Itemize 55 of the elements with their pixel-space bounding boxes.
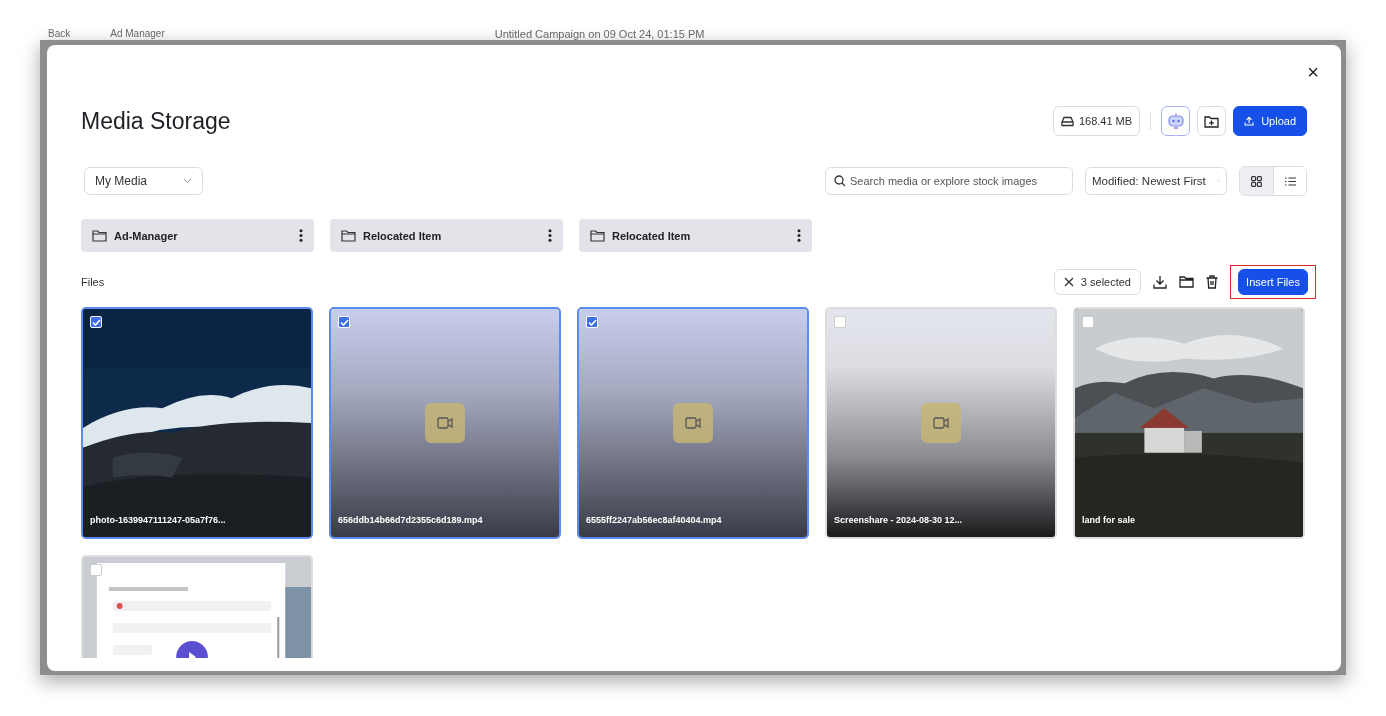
- modal-title: Media Storage: [81, 107, 231, 135]
- folder-card[interactable]: Relocated Item: [579, 219, 812, 252]
- upload-button[interactable]: Upload: [1233, 106, 1307, 136]
- video-camera-icon: [425, 403, 465, 443]
- folder-card[interactable]: Ad-Manager: [81, 219, 314, 252]
- media-tile[interactable]: 6555ff2247ab56ec8af40404.mp4: [577, 307, 809, 539]
- drive-icon: [1060, 115, 1074, 127]
- folder-plus-icon: [1204, 114, 1219, 128]
- grid-icon: [1251, 175, 1262, 187]
- folder-icon: [590, 229, 605, 242]
- clear-selection-button[interactable]: 3 selected: [1053, 269, 1141, 295]
- folder-icon[interactable]: [1179, 276, 1194, 288]
- checkbox[interactable]: [90, 564, 102, 576]
- insert-files-button[interactable]: Insert Files: [1238, 269, 1308, 295]
- folder-icon: [341, 229, 356, 242]
- grid-view-button[interactable]: [1240, 167, 1273, 195]
- campaign-title: Untitled Campaign on 09 Oct 24, 01:15 PM: [494, 27, 705, 40]
- search-field[interactable]: Search media or explore stock images: [825, 167, 1073, 195]
- back-link[interactable]: Back: [48, 28, 71, 39]
- robot-icon: [1166, 112, 1185, 130]
- list-icon: [1284, 176, 1296, 186]
- app-name: Ad Manager: [110, 28, 165, 39]
- more-icon[interactable]: [797, 229, 801, 242]
- trash-icon[interactable]: [1206, 275, 1218, 289]
- folder-icon: [92, 229, 107, 242]
- close-icon: [1063, 277, 1074, 287]
- more-icon[interactable]: [299, 229, 303, 242]
- file-name: 6555ff2247ab56ec8af40404.mp4: [586, 515, 723, 525]
- file-name: photo-1639947111247-05a7f76...: [90, 515, 227, 525]
- folder-name: Relocated Item: [612, 229, 692, 242]
- files-heading: Files: [81, 276, 105, 288]
- storage-button[interactable]: 168.41 MB: [1053, 106, 1140, 136]
- upload-icon: [1244, 114, 1255, 128]
- new-folder-button[interactable]: [1197, 106, 1226, 136]
- download-icon[interactable]: [1153, 275, 1167, 289]
- media-tile[interactable]: photo-1639947111247-05a7f76...: [81, 307, 313, 539]
- file-name: land for sale: [1082, 515, 1136, 525]
- checkbox[interactable]: [1082, 316, 1094, 328]
- chevron-icon: [183, 178, 192, 184]
- search-icon: [834, 175, 846, 187]
- media-tile[interactable]: land for sale: [1073, 307, 1305, 539]
- more-icon[interactable]: [548, 229, 552, 242]
- video-camera-icon: [921, 403, 961, 443]
- media-tile[interactable]: Screenshare - 2024-08-30 12...: [825, 307, 1057, 539]
- folder-card[interactable]: Relocated Item: [330, 219, 563, 252]
- folder-name: Ad-Manager: [114, 229, 179, 242]
- sort-dropdown[interactable]: Modified: Newest First: [1085, 167, 1227, 195]
- video-camera-icon: [673, 403, 713, 443]
- file-name: 656ddb14b66d7d2355c6d189.mp4: [338, 515, 484, 525]
- file-name: Screenshare - 2024-08-30 12...: [834, 515, 964, 525]
- folder-name: Relocated Item: [363, 229, 443, 242]
- close-button[interactable]: ×: [1303, 61, 1323, 84]
- source-dropdown[interactable]: My Media: [84, 167, 203, 195]
- checkbox[interactable]: [834, 316, 846, 328]
- media-tile[interactable]: 656ddb14b66d7d2355c6d189.mp4: [329, 307, 561, 539]
